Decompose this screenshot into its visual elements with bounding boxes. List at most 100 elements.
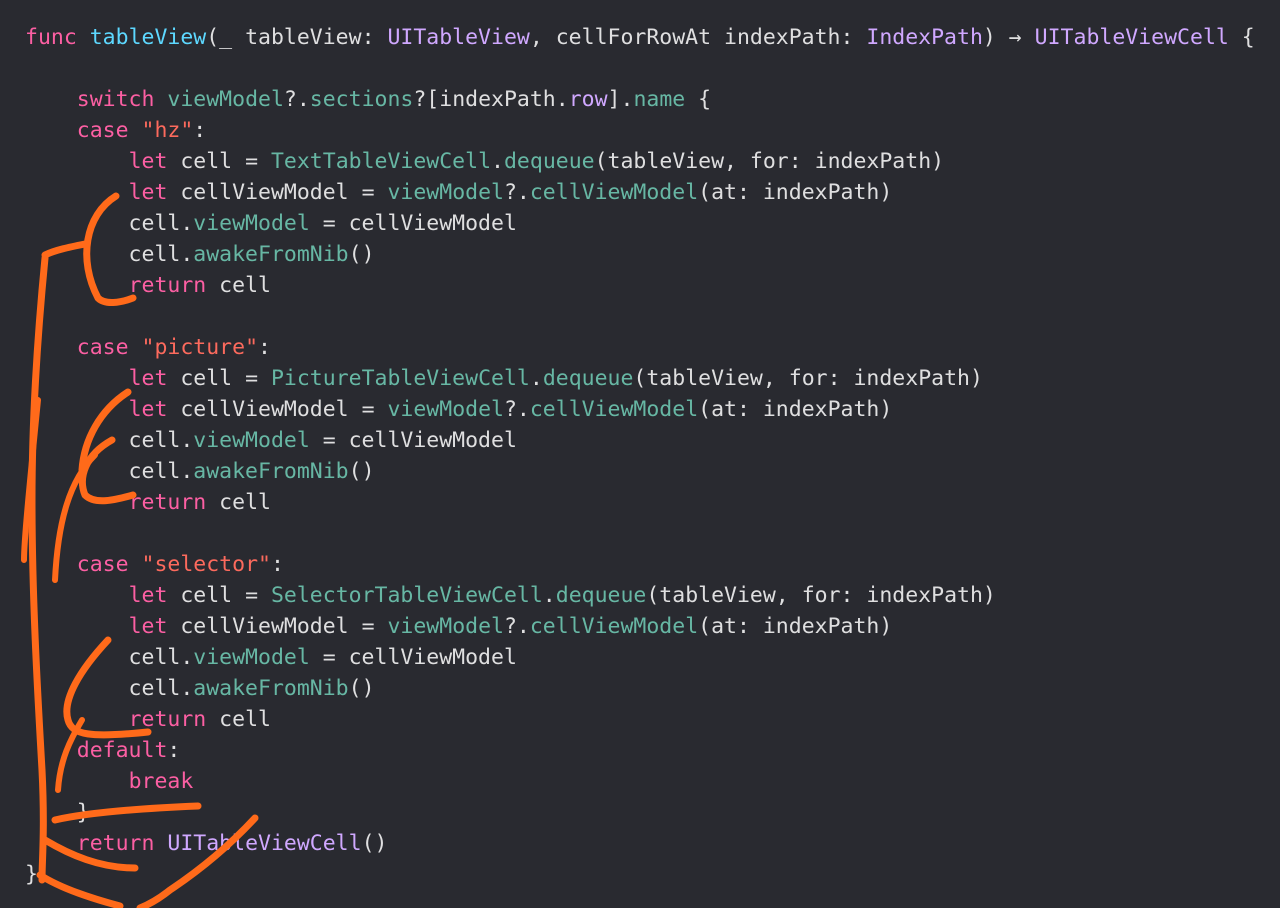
code-token-kw: let (128, 180, 168, 205)
code-token-plain: cellViewModel = (167, 397, 388, 422)
code-token-var: viewModel (387, 614, 504, 639)
code-line[interactable]: } (25, 797, 1255, 828)
code-token-plain: . (529, 366, 543, 391)
code-token-plain: cell. (25, 459, 194, 484)
code-line[interactable]: func tableView(_ tableView: UITableView,… (25, 22, 1255, 53)
code-token-kw: return (128, 707, 207, 732)
code-line[interactable]: case "hz": (25, 115, 1255, 146)
code-token-plain: cell (206, 490, 271, 515)
code-token-kw: return (76, 831, 155, 856)
code-token-func: dequeue (542, 366, 634, 391)
code-token-plain: ]. (607, 87, 634, 112)
code-token-plain: = cellViewModel (309, 211, 517, 236)
code-token-plain: cell. (25, 428, 194, 453)
code-token-str: "selector" (141, 552, 271, 577)
code-line[interactable]: case "picture": (25, 332, 1255, 363)
code-line[interactable]: default: (25, 735, 1255, 766)
code-token-func: dequeue (503, 149, 595, 174)
code-token-plain: () (348, 459, 375, 484)
code-token-plain: } (25, 800, 90, 825)
code-token-plain: cell. (25, 211, 194, 236)
code-line[interactable]: return cell (25, 704, 1255, 735)
code-line[interactable]: let cell = TextTableViewCell.dequeue(tab… (25, 146, 1255, 177)
code-token-kw: let (128, 614, 168, 639)
code-token-kw: return (128, 490, 207, 515)
code-token-plain: () (361, 831, 388, 856)
code-line[interactable]: cell.awakeFromNib() (25, 239, 1255, 270)
code-token-plain: , cellForRowAt indexPath: (529, 25, 867, 50)
code-line[interactable]: let cell = PictureTableViewCell.dequeue(… (25, 363, 1255, 394)
code-token-kw: switch (76, 87, 155, 112)
code-line[interactable]: let cellViewModel = viewModel?.cellViewM… (25, 177, 1255, 208)
code-token-plain: ?. (503, 397, 530, 422)
code-token-type: UITableViewCell (1034, 25, 1229, 50)
code-line[interactable] (25, 518, 1255, 549)
code-token-func: cellViewModel (529, 397, 699, 422)
code-line[interactable]: cell.awakeFromNib() (25, 456, 1255, 487)
code-token-func: awakeFromNib (193, 676, 349, 701)
code-token-plain: cell. (25, 645, 194, 670)
code-token-kw: case (76, 335, 129, 360)
code-token-func: PictureTableViewCell (270, 366, 530, 391)
code-token-plain: (tableView, for: indexPath) (633, 366, 983, 391)
code-token-plain: (at: indexPath) (698, 397, 893, 422)
code-line[interactable]: switch viewModel?.sections?[indexPath.ro… (25, 84, 1255, 115)
code-line[interactable]: return cell (25, 487, 1255, 518)
code-token-plain: : (193, 118, 207, 143)
code-token-plain: cellViewModel = (167, 614, 388, 639)
code-token-func: cellViewModel (529, 180, 699, 205)
code-line[interactable]: } (25, 859, 1255, 890)
code-token-func: dequeue (555, 583, 647, 608)
code-token-kw: let (128, 366, 168, 391)
code-token-plain: = cellViewModel (309, 428, 517, 453)
code-token-plain: { (685, 87, 712, 112)
code-token-plain: cell. (25, 676, 194, 701)
code-token-kw: case (76, 552, 129, 577)
code-token-type: UITableViewCell (167, 831, 362, 856)
code-line[interactable]: cell.viewModel = cellViewModel (25, 208, 1255, 239)
code-token-var: viewModel (387, 180, 504, 205)
code-line[interactable]: break (25, 766, 1255, 797)
code-token-plain: . (491, 149, 504, 174)
code-line[interactable]: let cellViewModel = viewModel?.cellViewM… (25, 394, 1255, 425)
code-line[interactable] (25, 53, 1255, 84)
code-line[interactable]: return cell (25, 270, 1255, 301)
code-token-plain: (tableView, for: indexPath) (646, 583, 996, 608)
code-editor[interactable]: func tableView(_ tableView: UITableView,… (0, 0, 1280, 908)
code-token-plain: () (348, 242, 375, 267)
code-line[interactable]: cell.viewModel = cellViewModel (25, 425, 1255, 456)
code-line[interactable]: return UITableViewCell() (25, 828, 1255, 859)
code-line[interactable]: cell.awakeFromNib() (25, 673, 1255, 704)
code-token-plain: (at: indexPath) (698, 180, 893, 205)
code-token-plain: . (542, 583, 556, 608)
code-token-plain: cell = (167, 366, 271, 391)
code-token-var: viewModel (193, 428, 310, 453)
code-line[interactable]: case "selector": (25, 549, 1255, 580)
code-token-kw: let (128, 397, 168, 422)
code-listing[interactable]: func tableView(_ tableView: UITableView,… (25, 22, 1255, 890)
code-line[interactable]: let cellViewModel = viewModel?.cellViewM… (25, 611, 1255, 642)
code-token-typedecl: tableView (89, 25, 207, 50)
code-token-type: UITableView (387, 25, 530, 50)
code-line[interactable] (25, 301, 1255, 332)
code-token-plain: ?. (283, 87, 310, 112)
code-line[interactable]: cell.viewModel = cellViewModel (25, 642, 1255, 673)
code-token-var: viewModel (167, 87, 284, 112)
code-token-plain: (tableView, for: indexPath) (594, 149, 945, 174)
code-token-plain: ?[indexPath. (413, 87, 569, 112)
code-line[interactable]: let cell = SelectorTableViewCell.dequeue… (25, 580, 1255, 611)
code-token-plain: : (270, 552, 284, 577)
